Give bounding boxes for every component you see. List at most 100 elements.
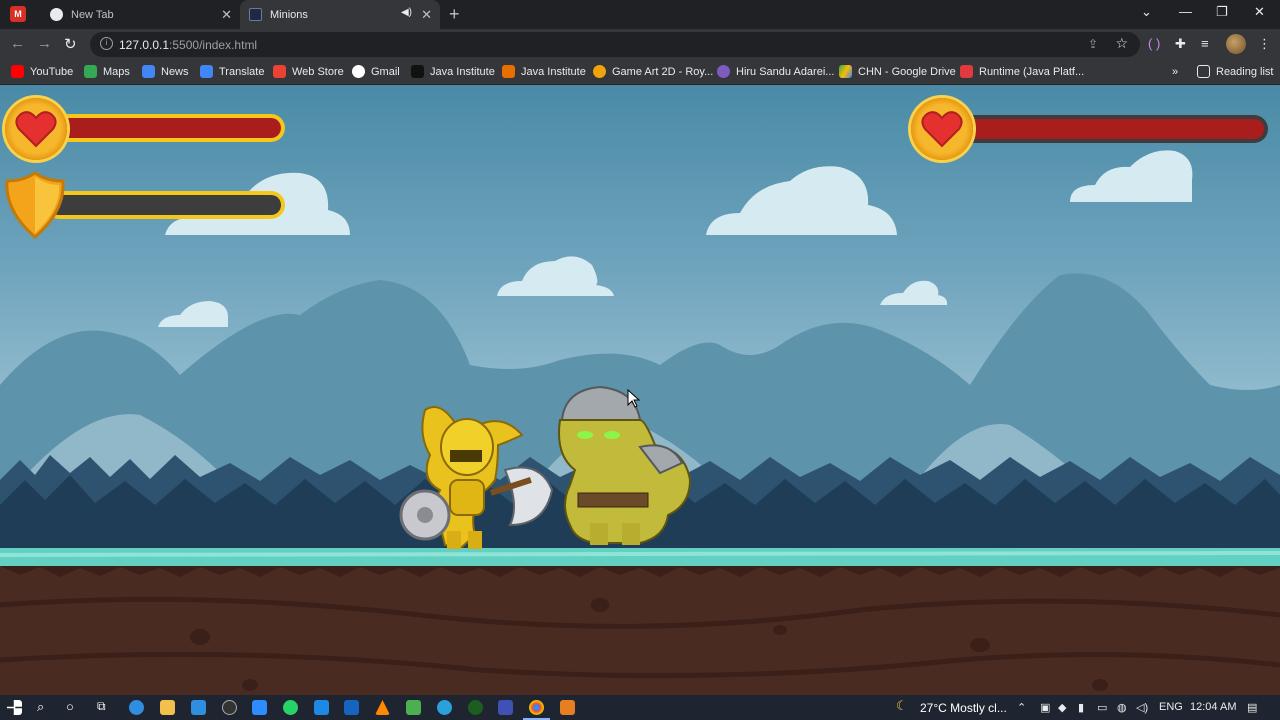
url-text[interactable]: 127.0.0.1:5500/index.html bbox=[119, 38, 257, 52]
bookmark-label: YouTube bbox=[30, 65, 74, 78]
back-button[interactable]: ← bbox=[10, 35, 25, 52]
vlc-icon[interactable] bbox=[375, 700, 390, 715]
enemy-heart-badge bbox=[911, 98, 973, 160]
reading-list-icon bbox=[1197, 65, 1210, 78]
language-indicator[interactable]: ENG bbox=[1159, 701, 1183, 713]
zoom-icon[interactable] bbox=[252, 700, 267, 715]
tab-search-icon[interactable]: ⌄ bbox=[1141, 4, 1152, 20]
store-icon[interactable] bbox=[344, 700, 359, 715]
audio-playing-icon[interactable]: ◀) bbox=[401, 7, 412, 18]
tab-new-tab[interactable]: New Tab ✕ bbox=[42, 0, 240, 29]
reading-list-button[interactable]: Reading list bbox=[1197, 64, 1273, 79]
battery-icon[interactable]: ▭ bbox=[1097, 701, 1107, 714]
bookmark-maps[interactable]: Maps bbox=[84, 64, 130, 79]
site-favicon-icon bbox=[249, 8, 262, 21]
windows-start-icon[interactable] bbox=[7, 700, 22, 715]
notifications-icon[interactable]: ▤ bbox=[1247, 701, 1257, 714]
new-tab-button[interactable]: + bbox=[449, 4, 460, 25]
file-explorer-icon[interactable] bbox=[160, 700, 175, 715]
maximize-button[interactable]: ❐ bbox=[1216, 4, 1228, 20]
tab-strip: M New Tab ✕ Minions ◀) ✕ + ⌄ — ❐ ✕ bbox=[0, 0, 1280, 29]
search-icon[interactable]: ⌕ bbox=[37, 699, 44, 715]
volume-icon[interactable]: ◁) bbox=[1136, 701, 1148, 714]
app-icon[interactable] bbox=[406, 700, 421, 715]
bookmark-java-institute-1[interactable]: Java Institute bbox=[411, 64, 495, 79]
game-canvas[interactable] bbox=[0, 85, 1280, 695]
app-icon[interactable] bbox=[560, 700, 575, 715]
player-health-bar-frame bbox=[45, 114, 285, 142]
bookmark-web-store[interactable]: Web Store bbox=[273, 64, 344, 79]
close-tab-icon[interactable]: ✕ bbox=[221, 7, 232, 23]
bookmark-gmail[interactable]: Gmail bbox=[352, 64, 400, 79]
reload-button[interactable]: ↻ bbox=[64, 35, 77, 53]
share-icon[interactable]: ⇪ bbox=[1088, 37, 1098, 51]
bookmarks-bar: YouTube Maps News Translate Web Store Gm… bbox=[0, 59, 1280, 84]
google-icon bbox=[352, 65, 365, 78]
game-scene bbox=[0, 150, 1280, 695]
gmail-profile-icon[interactable]: M bbox=[10, 6, 26, 22]
reading-list-label: Reading list bbox=[1216, 65, 1274, 78]
bookmark-label: Maps bbox=[103, 65, 130, 78]
drive-icon bbox=[839, 65, 852, 78]
shield-icon bbox=[5, 171, 65, 239]
more-bookmarks-button[interactable]: » bbox=[1172, 64, 1178, 79]
chrome-taskbar-icon[interactable] bbox=[529, 700, 544, 715]
bookmark-label: Java Institute bbox=[430, 65, 495, 78]
extensions-puzzle-icon[interactable]: ✚ bbox=[1175, 36, 1186, 52]
close-window-button[interactable]: ✕ bbox=[1254, 4, 1265, 20]
vscode-icon[interactable] bbox=[314, 700, 329, 715]
bookmark-runtime[interactable]: Runtime (Java Platf... bbox=[960, 64, 1084, 79]
dropbox-icon[interactable]: ◆ bbox=[1058, 701, 1066, 714]
house-icon bbox=[411, 65, 424, 78]
telegram-icon[interactable] bbox=[437, 700, 452, 715]
task-view-icon[interactable]: ⧉ bbox=[97, 699, 106, 714]
bookmark-star-icon[interactable]: ☆ bbox=[1115, 35, 1128, 52]
weather-moon-icon: ☾ bbox=[896, 698, 908, 713]
weather-text[interactable]: 27°C Mostly cl... bbox=[920, 701, 1007, 715]
bookmark-label: Translate bbox=[219, 65, 265, 78]
tray-icon[interactable]: ▣ bbox=[1040, 701, 1050, 714]
forward-button[interactable]: → bbox=[37, 35, 52, 52]
close-tab-icon[interactable]: ✕ bbox=[421, 7, 432, 23]
tab-title: Minions bbox=[270, 8, 308, 21]
bookmark-java-institute-2[interactable]: Java Institute bbox=[502, 64, 586, 79]
profile-avatar[interactable] bbox=[1226, 34, 1246, 54]
minimize-button[interactable]: — bbox=[1179, 4, 1192, 19]
extension-brackets-icon[interactable]: ( ) bbox=[1148, 36, 1160, 51]
cortana-icon[interactable]: ○ bbox=[66, 699, 74, 714]
maps-icon bbox=[84, 65, 97, 78]
app-icon[interactable] bbox=[498, 700, 513, 715]
edge-icon[interactable] bbox=[129, 700, 144, 715]
bookmark-youtube[interactable]: YouTube bbox=[11, 64, 73, 79]
bookmark-translate[interactable]: Translate bbox=[200, 64, 264, 79]
network-icon[interactable]: ◍ bbox=[1117, 701, 1127, 714]
site-info-icon[interactable]: i bbox=[100, 37, 113, 50]
mail-icon[interactable] bbox=[191, 700, 206, 715]
media-control-icon[interactable]: ≡ bbox=[1201, 36, 1209, 51]
app-icon[interactable] bbox=[222, 700, 237, 715]
whatsapp-icon[interactable] bbox=[283, 700, 298, 715]
url-path: :5500/index.html bbox=[169, 38, 258, 52]
bookmark-label: Runtime (Java Platf... bbox=[979, 65, 1085, 78]
show-hidden-icons[interactable]: ⌃ bbox=[1017, 701, 1026, 714]
app-icon[interactable] bbox=[468, 700, 483, 715]
enemy-health-bar-fill bbox=[954, 119, 1264, 139]
bookmark-news[interactable]: News bbox=[142, 64, 189, 79]
clock[interactable]: 12:04 AM bbox=[1190, 701, 1236, 713]
bookmark-google-drive[interactable]: CHN - Google Drive bbox=[839, 64, 956, 79]
bookmark-hiru[interactable]: Hiru Sandu Adarei... bbox=[717, 64, 834, 79]
java-icon bbox=[502, 65, 515, 78]
tab-minions[interactable]: Minions ◀) ✕ bbox=[240, 0, 440, 29]
microphone-icon[interactable]: ▮ bbox=[1078, 701, 1084, 714]
address-bar[interactable]: i 127.0.0.1:5500/index.html ⇪ ☆ bbox=[90, 32, 1140, 57]
bookmark-label: Hiru Sandu Adarei... bbox=[736, 65, 835, 78]
url-host: 127.0.0.1 bbox=[119, 38, 170, 52]
bookmark-label: Web Store bbox=[292, 65, 344, 78]
grass-strip bbox=[0, 548, 1280, 566]
bookmark-label: Java Institute bbox=[521, 65, 586, 78]
bookmark-game-art[interactable]: Game Art 2D - Roy... bbox=[593, 64, 713, 79]
browser-toolbar: ← → ↻ i 127.0.0.1:5500/index.html ⇪ ☆ ( … bbox=[0, 29, 1280, 59]
player-heart-badge bbox=[5, 98, 67, 160]
menu-kebab-icon[interactable]: ⋮ bbox=[1258, 36, 1271, 52]
gameart-icon bbox=[593, 65, 606, 78]
